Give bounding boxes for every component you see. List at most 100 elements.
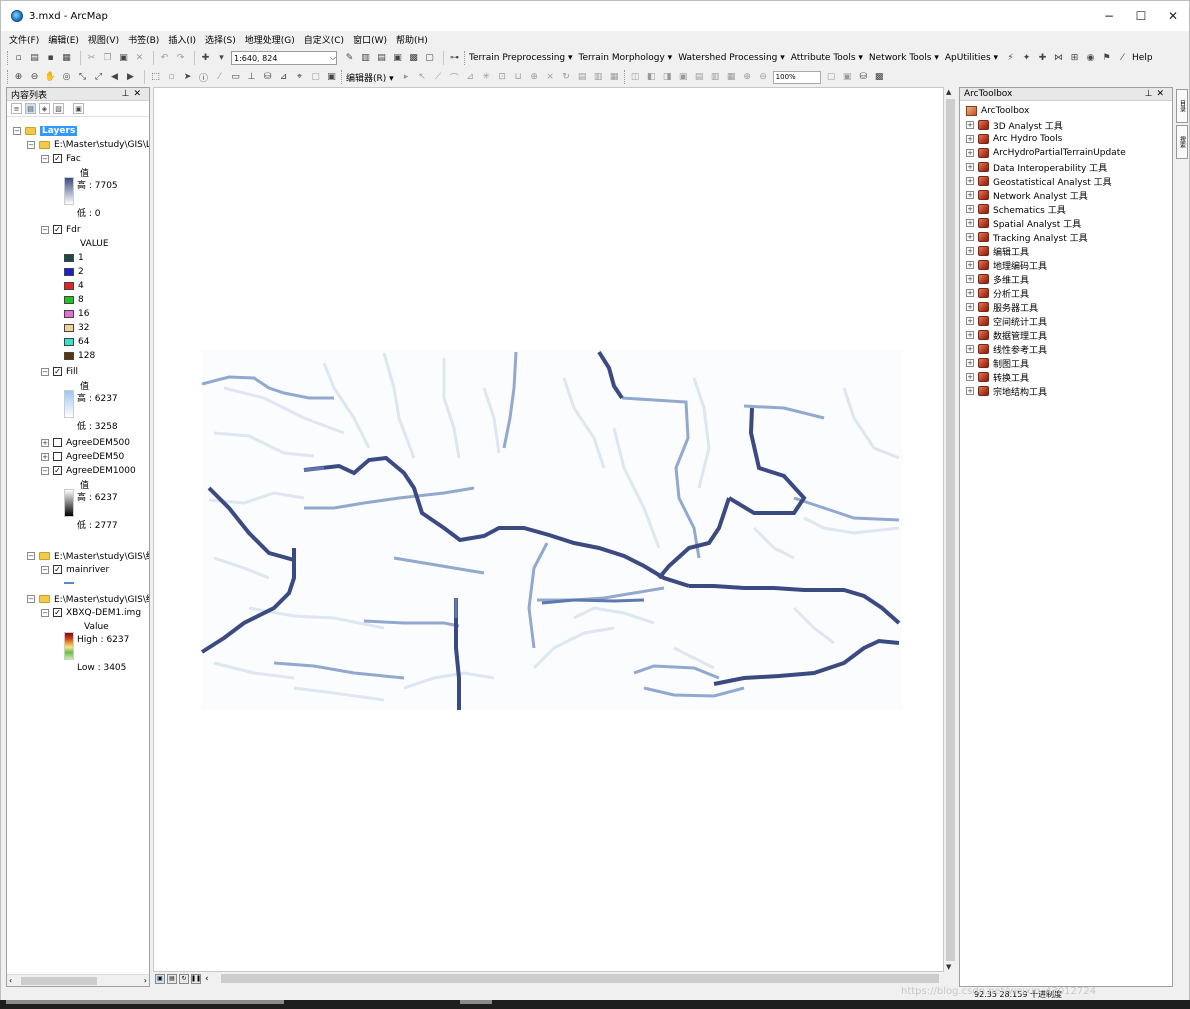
hyperlink-icon[interactable]: ⁄ [213,71,226,84]
menu-aputilities[interactable]: ApUtilities ▾ [945,53,998,63]
attributes-icon[interactable]: ▤ [576,71,589,84]
layer-row-fac[interactable]: − ✓ Fac [41,152,81,165]
catalog-tab[interactable]: 目录 [1176,89,1188,123]
workspace-row[interactable]: − E:\Master\study\GIS\La [27,138,149,151]
collapse-icon[interactable]: − [13,126,21,135]
reshape-icon[interactable]: ⊔ [512,71,525,84]
toolbox-item[interactable]: + Network Analyst 工具 [966,188,1088,202]
workspace-row[interactable]: − E:\Master\study\GIS\结 [27,549,149,562]
focus-frame-icon[interactable]: ▣ [841,71,854,84]
expand-icon[interactable]: + [966,331,974,339]
fixed-zoom-in-icon[interactable]: ⤡ [76,71,89,84]
flow-path-icon[interactable]: ⚡ [1004,52,1017,65]
expand-icon[interactable]: + [966,303,974,311]
toc-horizontal-scrollbar[interactable]: ‹ › [7,974,149,986]
expand-icon[interactable]: + [41,438,49,447]
refresh-icon[interactable]: ↻ [179,973,189,984]
trace-icon[interactable]: ⋈ [1052,52,1065,65]
point-tool-icon[interactable]: ✳ [480,71,493,84]
toolbox-item[interactable]: + 服务器工具 [966,300,1038,314]
layer-row-dem[interactable]: − ✓ XBXQ-DEM1.img [41,606,141,619]
python-window-icon[interactable]: ▢ [423,52,436,65]
menu-terrain-morphology[interactable]: Terrain Morphology ▾ [579,53,673,63]
create-viewer-icon[interactable]: ▣ [325,71,338,84]
expand-icon[interactable]: + [966,289,974,297]
expand-icon[interactable]: + [966,177,974,185]
save-icon[interactable]: ▪ [44,52,57,65]
map-view[interactable] [153,87,944,972]
expand-icon[interactable]: + [966,121,974,129]
find-route-icon[interactable]: ⊿ [277,71,290,84]
page-layout-4-icon[interactable]: ⊖ [757,71,770,84]
toolbox-item[interactable]: + 数据管理工具 [966,328,1047,342]
toc-controls[interactable]: ⊥✕ [122,89,145,99]
toolbox-item[interactable]: + Tracking Analyst 工具 [966,230,1088,244]
layer-row-fill[interactable]: − ✓ Fill [41,365,78,378]
close-icon[interactable]: ✕ [1156,89,1168,99]
expand-icon[interactable]: + [966,373,974,381]
scroll-right-icon[interactable]: › [144,976,147,985]
layer-visibility-checkbox[interactable]: ✓ [53,367,62,376]
maximize-button[interactable]: ☐ [1125,1,1157,31]
expand-icon[interactable]: + [966,149,974,157]
map-vertical-scrollbar[interactable]: ▲ ▼ [944,87,957,972]
list-by-source-icon[interactable]: ▤ [25,103,36,114]
batch-point-icon[interactable]: ✚ [1036,52,1049,65]
layers-dataframe-row[interactable]: − Layers [13,124,78,137]
toolbox-item[interactable]: + 宗地结构工具 [966,384,1047,398]
menu-attribute-tools[interactable]: Attribute Tools ▾ [791,53,863,63]
menu-selection[interactable]: 选择(S) [205,33,236,46]
layers-dataframe-label[interactable]: Layers [40,125,78,136]
menu-help[interactable]: 帮助(H) [396,33,428,46]
create-features-icon[interactable]: ▦ [608,71,621,84]
georef-1-icon[interactable]: ◫ [629,71,642,84]
toolbox-item[interactable]: + 分析工具 [966,286,1029,300]
map-scale-combobox[interactable]: 1:640, 824 ⌵ [231,51,337,65]
new-document-icon[interactable]: ▫ [12,52,25,65]
zoom-in-icon[interactable]: ⊕ [12,71,25,84]
collapse-icon[interactable]: − [27,594,35,603]
collapse-icon[interactable]: − [41,154,49,163]
layer-row-mainriver[interactable]: − ✓ mainriver [41,563,109,576]
page-layout-1-icon[interactable]: ▥ [709,71,722,84]
menu-file[interactable]: 文件(F) [9,33,39,46]
scroll-left-icon[interactable]: ‹ [205,974,209,984]
toggle-draft-icon[interactable]: ▢ [825,71,838,84]
expand-icon[interactable]: + [966,387,974,395]
redo-icon[interactable]: ↷ [174,52,187,65]
toolbox-item[interactable]: + 线性参考工具 [966,342,1047,356]
expand-icon[interactable]: + [966,163,974,171]
paste-icon[interactable]: ▣ [117,52,130,65]
split-icon[interactable]: ⨯ [544,71,557,84]
expand-icon[interactable]: + [966,345,974,353]
scrollbar-thumb[interactable] [946,99,955,961]
collapse-icon[interactable]: − [41,367,49,376]
toolbox-item[interactable]: + Spatial Analyst 工具 [966,216,1081,230]
catalog-icon[interactable]: ▤ [375,52,388,65]
expand-icon[interactable]: + [966,247,974,255]
toolbox-item[interactable]: + 地理编码工具 [966,258,1047,272]
time-slider-icon[interactable]: ▢ [309,71,322,84]
workspace-row[interactable]: − E:\Master\study\GIS\结 [27,592,149,605]
collapse-icon[interactable]: − [27,140,35,149]
find-icon[interactable]: ⛁ [261,71,274,84]
layout-view-icon[interactable]: ▤ [167,973,177,984]
table-of-contents-icon[interactable]: ▥ [359,52,372,65]
expand-icon[interactable]: + [966,191,974,199]
zoom-out-icon[interactable]: ⊖ [28,71,41,84]
close-icon[interactable]: ✕ [133,89,145,99]
menu-view[interactable]: 视图(V) [88,33,119,46]
point-delineation-icon[interactable]: ✦ [1020,52,1033,65]
expand-icon[interactable]: + [966,275,974,283]
toolbox-item[interactable]: + 转换工具 [966,370,1029,384]
map-horizontal-scrollbar-thumb[interactable] [221,974,939,983]
identify-icon[interactable]: ⓘ [197,71,210,84]
layer-visibility-checkbox[interactable]: ✓ [53,225,62,234]
editor-toolbar-icon[interactable]: ✎ [343,52,356,65]
layer-visibility-checkbox[interactable]: ✓ [53,154,62,163]
rotate-icon[interactable]: ↻ [560,71,573,84]
list-by-selection-icon[interactable]: ▧ [53,103,64,114]
select-features-icon[interactable]: ⬚ [149,71,162,84]
toolbox-item[interactable]: + Schematics 工具 [966,202,1066,216]
editor-menu[interactable]: 编辑器(R) ▾ [346,71,394,84]
